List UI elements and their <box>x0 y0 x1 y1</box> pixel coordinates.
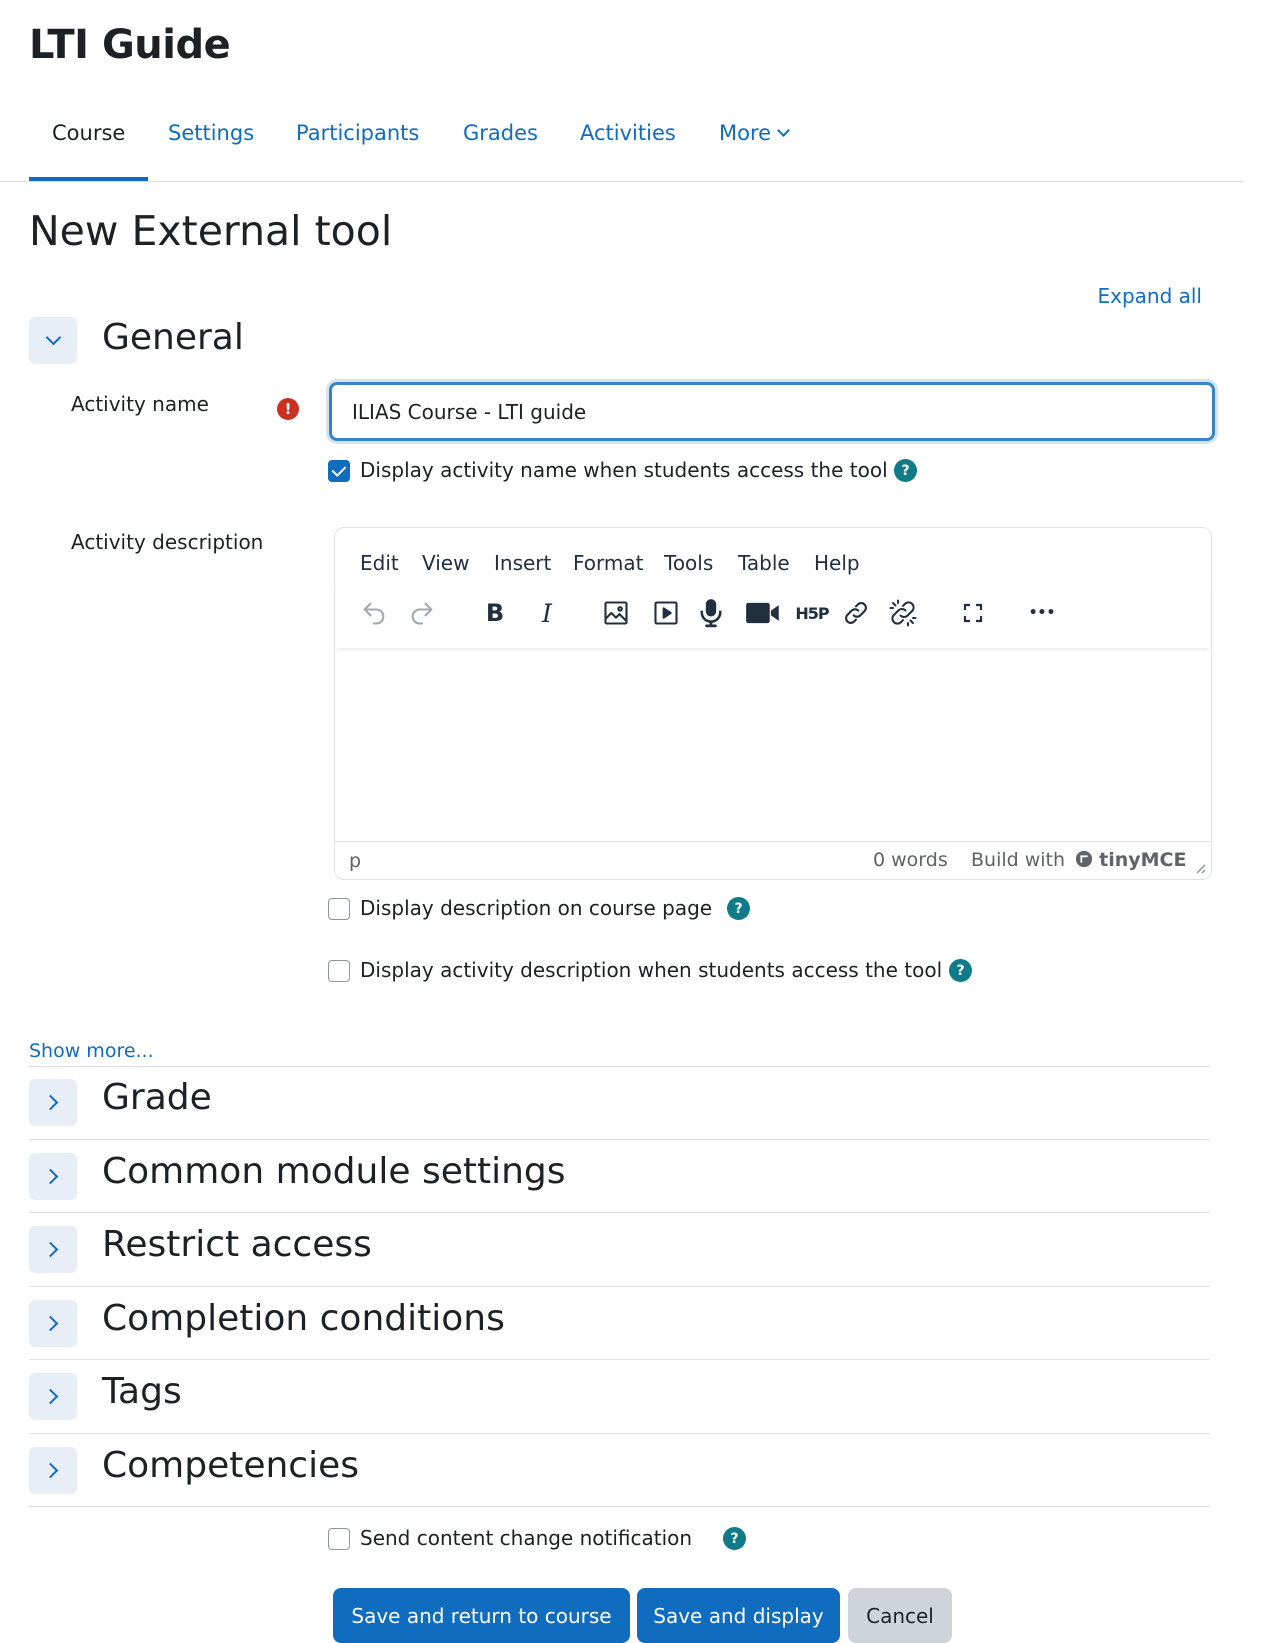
completion-conditions-toggle[interactable] <box>29 1300 77 1347</box>
element-path[interactable]: p <box>349 850 361 872</box>
active-tab-indicator <box>29 177 148 181</box>
general-section-title: General <box>102 317 244 358</box>
help-icon[interactable]: ? <box>949 959 972 982</box>
save-and-display-button[interactable]: Save and display <box>637 1588 840 1643</box>
tab-activities[interactable]: Activities <box>580 121 676 145</box>
chevron-down-icon <box>777 124 790 137</box>
help-icon[interactable]: ? <box>727 897 750 920</box>
media-icon[interactable] <box>647 594 685 632</box>
competencies-title[interactable]: Competencies <box>102 1445 359 1486</box>
divider <box>29 1139 1210 1140</box>
divider <box>29 1506 1210 1507</box>
fullscreen-icon[interactable] <box>954 594 992 632</box>
tinymce-logo-icon <box>1075 850 1093 868</box>
menu-view[interactable]: View <box>422 551 469 575</box>
unlink-icon[interactable] <box>884 594 922 632</box>
activity-name-input[interactable] <box>329 382 1215 441</box>
undo-icon[interactable] <box>355 594 393 632</box>
menu-insert[interactable]: Insert <box>494 551 551 575</box>
chevron-right-icon <box>42 1388 59 1405</box>
h5p-icon[interactable]: H5P <box>793 594 831 632</box>
show-more-link[interactable]: Show more... <box>29 1040 154 1062</box>
grade-section-title[interactable]: Grade <box>102 1077 212 1118</box>
restrict-access-title[interactable]: Restrict access <box>102 1224 372 1265</box>
italic-icon[interactable]: I <box>528 594 566 632</box>
course-nav-tabs: Course Settings Participants Grades Acti… <box>0 106 1243 182</box>
save-and-return-button[interactable]: Save and return to course <box>333 1588 630 1643</box>
display-activity-description-checkbox-label: Display activity description when studen… <box>360 958 943 982</box>
menu-tools[interactable]: Tools <box>664 551 713 575</box>
menu-table[interactable]: Table <box>738 551 790 575</box>
send-notification-checkbox-label: Send content change notification <box>360 1526 693 1550</box>
common-module-settings-title[interactable]: Common module settings <box>102 1151 566 1192</box>
page-title: New External tool <box>29 207 393 255</box>
activity-name-label: Activity name <box>71 392 209 416</box>
help-icon[interactable]: ? <box>894 459 917 482</box>
chevron-right-icon <box>42 1315 59 1332</box>
tinymce-branding[interactable]: Build with tinyMCE <box>971 849 1186 871</box>
tab-more[interactable]: More <box>719 121 790 145</box>
tags-toggle[interactable] <box>29 1373 77 1420</box>
expand-all-link[interactable]: Expand all <box>1097 284 1202 308</box>
completion-conditions-title[interactable]: Completion conditions <box>102 1298 505 1339</box>
grade-section-toggle[interactable] <box>29 1079 77 1126</box>
microphone-icon[interactable] <box>692 594 730 632</box>
word-count[interactable]: 0 words <box>873 849 948 871</box>
menu-format[interactable]: Format <box>573 551 643 575</box>
tab-participants[interactable]: Participants <box>296 121 419 145</box>
chevron-right-icon <box>42 1168 59 1185</box>
restrict-access-toggle[interactable] <box>29 1226 77 1273</box>
editor-menubar: Edit View Insert Format Tools Table Help <box>335 528 1211 578</box>
general-section-toggle[interactable] <box>29 317 77 364</box>
branding-name: tinyMCE <box>1099 849 1187 871</box>
divider <box>29 1066 1210 1067</box>
help-icon[interactable]: ? <box>723 1527 746 1550</box>
common-module-settings-toggle[interactable] <box>29 1153 77 1200</box>
tab-course[interactable]: Course <box>52 121 125 145</box>
branding-prefix: Build with <box>971 849 1066 871</box>
divider <box>29 1433 1210 1434</box>
menu-help[interactable]: Help <box>814 551 860 575</box>
editor-toolbar: B I H5P ••• <box>335 586 1211 648</box>
chevron-right-icon <box>42 1241 59 1258</box>
tags-title[interactable]: Tags <box>102 1371 182 1412</box>
tab-settings[interactable]: Settings <box>168 121 254 145</box>
image-icon[interactable] <box>597 594 635 632</box>
tab-grades[interactable]: Grades <box>463 121 538 145</box>
send-notification-checkbox[interactable] <box>328 1528 350 1550</box>
video-camera-icon[interactable] <box>744 594 782 632</box>
display-name-checkbox-label: Display activity name when students acce… <box>360 458 888 482</box>
bold-icon[interactable]: B <box>476 594 514 632</box>
competencies-toggle[interactable] <box>29 1447 77 1494</box>
display-activity-description-checkbox[interactable] <box>328 960 350 982</box>
link-icon[interactable] <box>837 594 875 632</box>
display-description-checkbox[interactable] <box>328 898 350 920</box>
editor-content-area[interactable] <box>335 663 1211 841</box>
chevron-right-icon <box>42 1094 59 1111</box>
display-name-checkbox[interactable] <box>328 460 350 482</box>
required-icon: ! <box>277 398 299 420</box>
chevron-down-icon <box>45 329 61 346</box>
divider <box>29 1286 1210 1287</box>
rich-text-editor: Edit View Insert Format Tools Table Help… <box>334 527 1212 880</box>
divider <box>29 1359 1210 1360</box>
display-description-checkbox-label: Display description on course page <box>360 896 713 920</box>
cancel-button[interactable]: Cancel <box>848 1588 952 1643</box>
chevron-right-icon <box>42 1462 59 1479</box>
redo-icon[interactable] <box>403 594 441 632</box>
menu-edit[interactable]: Edit <box>360 551 399 575</box>
more-icon[interactable]: ••• <box>1023 594 1061 632</box>
course-title: LTI Guide <box>29 22 231 68</box>
editor-statusbar: p 0 words Build with tinyMCE <box>335 841 1211 879</box>
divider <box>29 1212 1210 1213</box>
activity-description-label: Activity description <box>71 530 264 554</box>
resize-handle-icon[interactable] <box>1194 862 1206 874</box>
tab-more-label: More <box>719 121 772 145</box>
